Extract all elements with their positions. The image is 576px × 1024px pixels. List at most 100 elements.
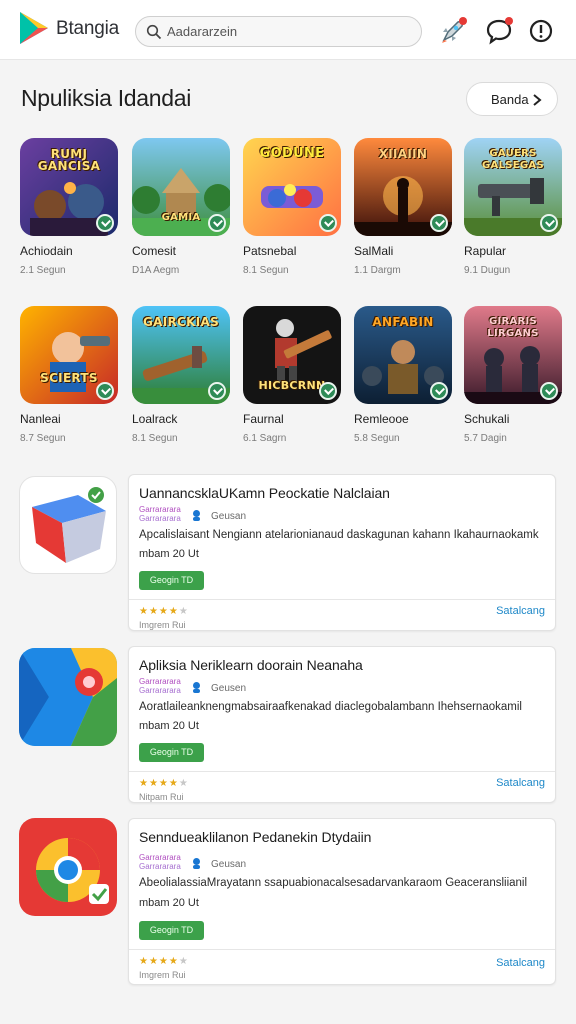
developer-line: Garrararara xyxy=(139,853,181,862)
game-thumbnail[interactable]: GAIRCKIAS xyxy=(132,306,230,404)
info-icon xyxy=(529,19,553,43)
app-description: AbeolialassiaMrayatann ssapuabionacalses… xyxy=(139,877,528,889)
game-meta: 5.8 Segun xyxy=(354,433,400,444)
app-description: Aoratlaileanknengmabsairaafkenakad diacl… xyxy=(139,701,522,713)
game-thumbnail[interactable]: ANFABIN xyxy=(354,306,452,404)
app-icon[interactable] xyxy=(19,648,117,746)
developer-line: Garrararara xyxy=(139,686,181,695)
game-name: Remleooe xyxy=(354,412,409,426)
game-name: Comesit xyxy=(132,244,177,258)
game-tile[interactable]: GODUNE Patsnebal 8.1 Segun xyxy=(243,138,341,276)
browser-icon xyxy=(19,818,117,916)
rocket-button[interactable] xyxy=(438,16,468,46)
installed-check-icon xyxy=(430,214,448,232)
app-card[interactable]: Apliksia Neriklearn doorain Neanaha Garr… xyxy=(128,646,556,803)
play-logo-icon[interactable] xyxy=(18,10,50,46)
developer-label: Garrararara Garrararara xyxy=(139,853,189,871)
game-thumbnail[interactable]: XIIAIIN xyxy=(354,138,452,236)
app-size: mbam 20 Ut xyxy=(139,548,199,560)
installed-check-icon xyxy=(540,382,558,400)
installed-check-icon xyxy=(208,382,226,400)
game-thumbnail[interactable]: RUMJ GANCISA xyxy=(20,138,118,236)
notification-dot xyxy=(505,17,513,25)
install-button[interactable]: Geogin TD xyxy=(139,571,204,590)
divider xyxy=(129,949,555,950)
details-link[interactable]: Satalcang xyxy=(496,777,545,789)
game-meta: 1.1 Dargm xyxy=(354,265,401,276)
info-button[interactable] xyxy=(526,16,556,46)
game-thumbnail[interactable]: GIRARIS LIRGANS xyxy=(464,306,562,404)
game-tile[interactable]: SCIERTS Nanleai 8.7 Segun xyxy=(20,306,118,444)
install-button[interactable]: Geogin TD xyxy=(139,743,204,762)
app-title[interactable]: Apliksia Neriklearn doorain Neanaha xyxy=(139,657,363,673)
developer-icon xyxy=(193,682,200,693)
developer-label: Garrararara Garrararara xyxy=(139,677,189,695)
game-tile[interactable]: GAMIA Comesit D1A Aegm xyxy=(132,138,230,276)
details-link[interactable]: Satalcang xyxy=(496,957,545,969)
installed-check-icon xyxy=(96,214,114,232)
game-name: Loalrack xyxy=(132,412,178,426)
app-card[interactable]: UannancsklaUKamn Peockatie Nalclaian Gar… xyxy=(128,474,556,631)
search-input[interactable]: Aadararzein xyxy=(167,24,237,39)
more-button[interactable]: Banda xyxy=(466,82,558,116)
installed-check-icon xyxy=(319,214,337,232)
installed-check-icon xyxy=(208,214,226,232)
messages-button[interactable] xyxy=(484,16,514,46)
developer-line: Garrararara xyxy=(139,505,181,514)
app-description: Apcalislaisant Nengiann atelarionianaud … xyxy=(139,529,539,541)
game-tile[interactable]: RUMJ GANCISA Achiodain 2.1 Segun xyxy=(20,138,118,276)
developer-label: Garrararara Garrararara xyxy=(139,505,189,523)
game-thumbnail[interactable]: GODUNE xyxy=(243,138,341,236)
game-art-title: GAIRCKIAS xyxy=(142,315,220,329)
installed-check-icon xyxy=(96,382,114,400)
game-thumbnail[interactable]: GAUERS GALSEGAS xyxy=(464,138,562,236)
game-name: Faurnal xyxy=(243,412,284,426)
game-tile[interactable]: XIIAIIN SalMali 1.1 Dargm xyxy=(354,138,452,276)
search-icon xyxy=(146,24,162,40)
game-thumbnail[interactable]: GAMIA xyxy=(132,138,230,236)
details-link[interactable]: Satalcang xyxy=(496,605,545,617)
developer-line: Garrararara xyxy=(139,514,181,523)
review-count: Imgrem Rui xyxy=(139,970,186,980)
game-meta: 6.1 Sagrn xyxy=(243,433,287,444)
game-art-title: GAUERS GALSEGAS xyxy=(482,148,544,171)
game-tile[interactable]: GAUERS GALSEGAS Rapular 9.1 Dugun xyxy=(464,138,562,276)
game-art-title: GODUNE xyxy=(259,146,325,161)
developer-line: Garrararara xyxy=(139,862,181,871)
app-title[interactable]: UannancsklaUKamn Peockatie Nalclaian xyxy=(139,485,390,501)
game-thumbnail[interactable]: HICBCRNN xyxy=(243,306,341,404)
game-art-title: XIIAIIN xyxy=(378,147,428,161)
game-name: Schukali xyxy=(464,412,510,426)
game-art-title: ANFABIN xyxy=(372,315,434,329)
brand-name: Btangia xyxy=(56,18,120,39)
chevron-right-icon xyxy=(533,94,542,106)
review-count: Nitpam Rui xyxy=(139,792,184,802)
install-button[interactable]: Geogin TD xyxy=(139,921,204,940)
game-tile[interactable]: GIRARIS LIRGANS Schukali 5.7 Dagin xyxy=(464,306,562,444)
game-meta: 9.1 Dugun xyxy=(464,265,511,276)
developer-line: Garrararara xyxy=(139,677,181,686)
game-name: Achiodain xyxy=(20,244,73,258)
game-meta: 2.1 Segun xyxy=(20,265,66,276)
game-name: Nanleai xyxy=(20,412,61,426)
game-art-title: RUMJ GANCISA xyxy=(37,147,101,173)
app-icon[interactable] xyxy=(19,476,117,574)
game-thumbnail[interactable]: SCIERTS xyxy=(20,306,118,404)
app-size: mbam 20 Ut xyxy=(139,897,199,909)
notification-dot xyxy=(459,17,467,25)
game-tile[interactable]: GAIRCKIAS Loalrack 8.1 Segun xyxy=(132,306,230,444)
game-tile[interactable]: HICBCRNN Faurnal 6.1 Sagrn xyxy=(243,306,341,444)
app-category: Geusan xyxy=(211,511,247,522)
app-title[interactable]: Senndueaklilanon Pedanekin Dtydaiin xyxy=(139,829,371,845)
game-tile[interactable]: ANFABIN Remleooe 5.8 Segun xyxy=(354,306,452,444)
app-card[interactable]: Senndueaklilanon Pedanekin Dtydaiin Garr… xyxy=(128,818,556,985)
game-meta: 5.7 Dagin xyxy=(464,433,507,444)
more-button-label: Banda xyxy=(491,92,529,107)
app-icon[interactable] xyxy=(19,818,117,916)
game-meta: D1A Aegm xyxy=(132,265,180,276)
game-art-title: GIRARIS LIRGANS xyxy=(487,316,539,339)
game-name: Patsnebal xyxy=(243,244,297,258)
search-bar[interactable]: Aadararzein xyxy=(135,16,422,47)
game-meta: 8.1 Segun xyxy=(132,433,178,444)
divider xyxy=(129,771,555,772)
